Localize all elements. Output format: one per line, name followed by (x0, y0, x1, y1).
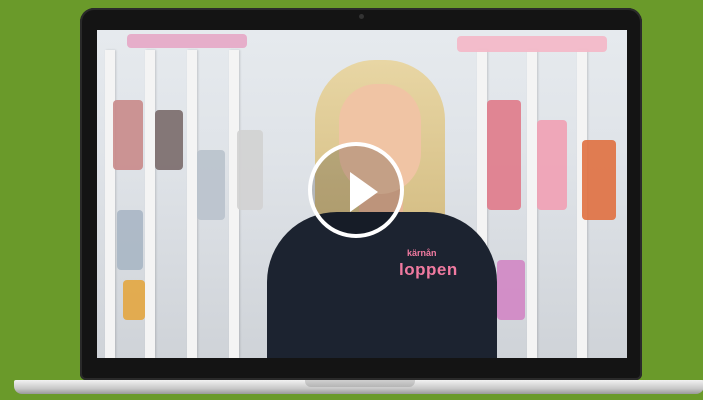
clothing-item (117, 210, 143, 270)
rack-post (187, 50, 197, 358)
shelf-top-items (127, 34, 247, 48)
presenter-shirt (267, 212, 497, 358)
clothing-item (113, 100, 143, 170)
toy-item (123, 280, 145, 320)
clothing-item (582, 140, 616, 220)
clothing-item (497, 260, 525, 320)
play-icon (350, 172, 378, 212)
shelf-top-items (457, 36, 607, 52)
shirt-logo-small-text: kärnån (407, 248, 437, 258)
rack-post (105, 50, 115, 358)
rack-post (145, 50, 155, 358)
webcam-dot (358, 14, 364, 19)
video-player[interactable]: kärnån loppen (97, 30, 627, 358)
clothing-item (537, 120, 567, 210)
rack-post (527, 50, 537, 358)
laptop-screen-frame: kärnån loppen (80, 8, 642, 380)
clothing-item (197, 150, 225, 220)
laptop-base-notch (305, 380, 415, 387)
play-button[interactable] (308, 142, 404, 238)
clothing-item (155, 110, 183, 170)
shirt-logo-text: loppen (399, 260, 458, 279)
clothing-item (237, 130, 263, 210)
